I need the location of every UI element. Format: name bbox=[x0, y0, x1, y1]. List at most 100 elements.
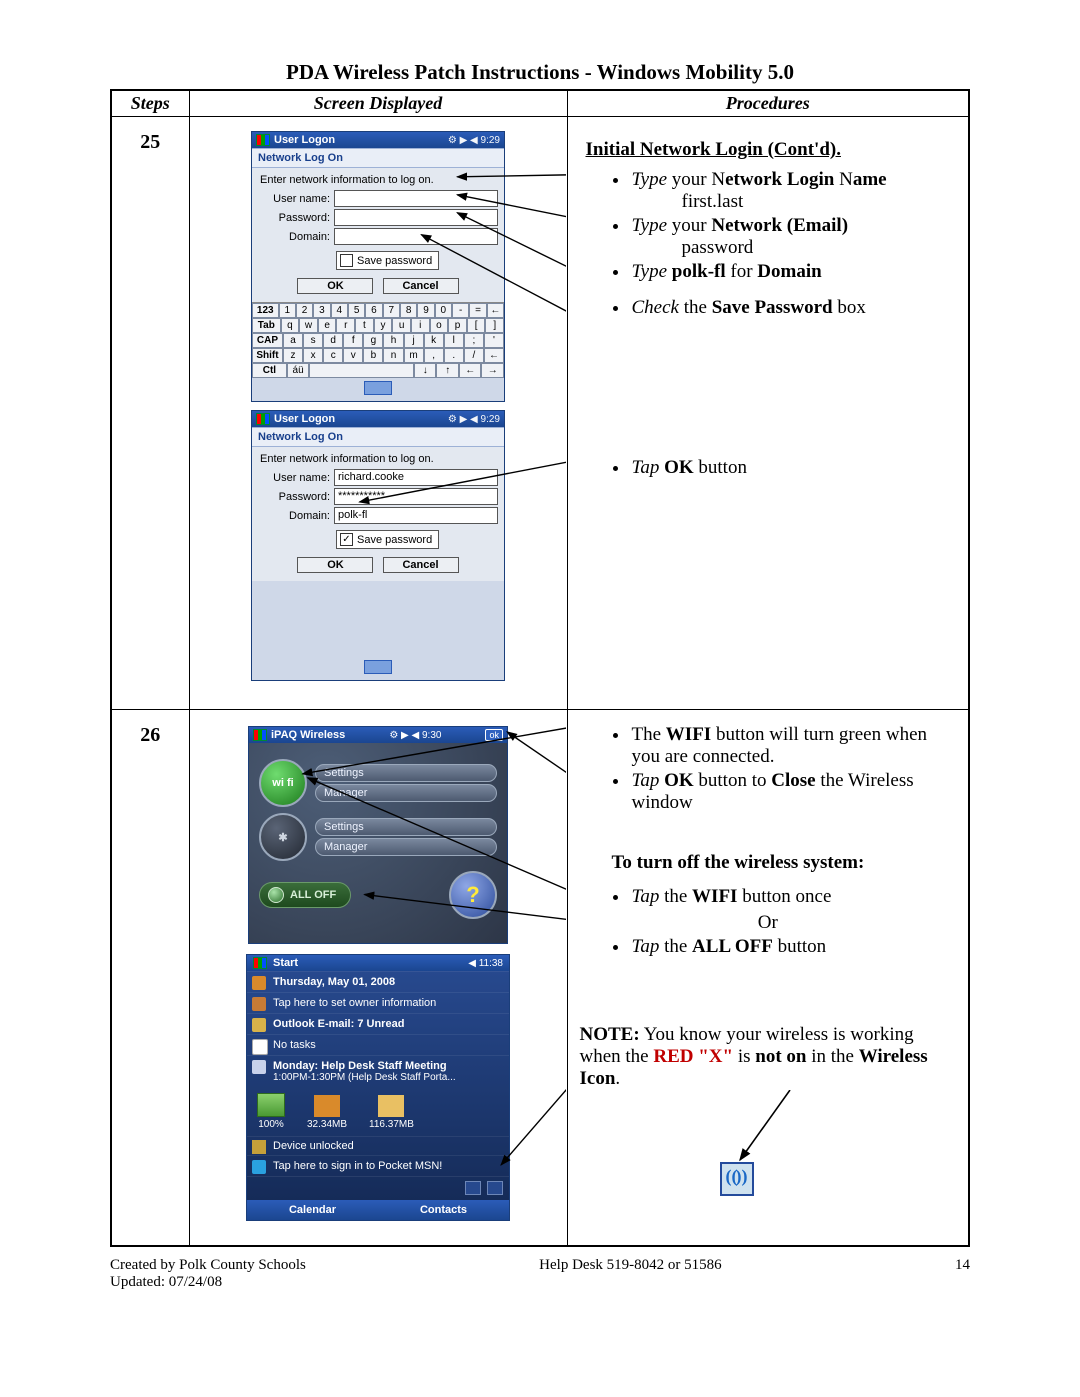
ram-status[interactable]: 32.34MB bbox=[307, 1095, 347, 1130]
outlook-mail-item[interactable]: Outlook E-mail: 7 Unread bbox=[247, 1013, 509, 1034]
wifi-manager-button[interactable]: Manager bbox=[315, 784, 497, 802]
key[interactable]: / bbox=[464, 348, 484, 363]
status-area: ⚙ ▶ ◀ 9:30 bbox=[389, 730, 441, 741]
password-input[interactable]: *********** bbox=[334, 488, 498, 505]
help-button[interactable]: ? bbox=[449, 871, 497, 919]
key[interactable]: 9 bbox=[417, 303, 434, 318]
key[interactable]: k bbox=[424, 333, 444, 348]
key[interactable]: 1 bbox=[279, 303, 296, 318]
key[interactable]: ← bbox=[484, 348, 504, 363]
battery-status[interactable]: 100% bbox=[257, 1093, 285, 1130]
key[interactable]: Tab bbox=[252, 318, 281, 333]
ok-button[interactable]: OK bbox=[297, 557, 373, 573]
key[interactable]: ; bbox=[464, 333, 484, 348]
sip-toggle[interactable] bbox=[252, 378, 504, 401]
key[interactable]: t bbox=[355, 318, 374, 333]
key[interactable]: h bbox=[383, 333, 403, 348]
key[interactable]: CAP bbox=[252, 333, 283, 348]
appointment-item[interactable]: Monday: Help Desk Staff Meeting 1:00PM-1… bbox=[247, 1055, 509, 1087]
cancel-button[interactable]: Cancel bbox=[383, 557, 459, 573]
key[interactable]: d bbox=[323, 333, 343, 348]
key[interactable]: b bbox=[363, 348, 383, 363]
start-flag-icon[interactable] bbox=[253, 957, 267, 969]
key[interactable]: ' bbox=[484, 333, 504, 348]
tray-icon[interactable] bbox=[465, 1181, 481, 1195]
key[interactable]: Ctl bbox=[252, 363, 287, 378]
key[interactable]: 3 bbox=[313, 303, 330, 318]
key[interactable]: 2 bbox=[296, 303, 313, 318]
tasks-item[interactable]: No tasks bbox=[247, 1034, 509, 1055]
key[interactable]: [ bbox=[467, 318, 486, 333]
username-input[interactable]: richard.cooke bbox=[334, 469, 498, 486]
key[interactable]: u bbox=[392, 318, 411, 333]
key[interactable]: 5 bbox=[348, 303, 365, 318]
bt-settings-button[interactable]: Settings bbox=[315, 818, 497, 836]
start-label[interactable]: Start bbox=[273, 957, 298, 969]
key[interactable]: q bbox=[281, 318, 300, 333]
key[interactable]: 8 bbox=[400, 303, 417, 318]
key[interactable]: w bbox=[299, 318, 318, 333]
onscreen-keyboard[interactable]: 1231234567890-=← Tabqwertyuiop[] CAPasdf… bbox=[252, 302, 504, 378]
key[interactable]: n bbox=[383, 348, 403, 363]
subheading: To turn off the wireless system: bbox=[612, 852, 957, 874]
key[interactable]: p bbox=[448, 318, 467, 333]
device-lock-status[interactable]: Device unlocked bbox=[247, 1136, 509, 1155]
key[interactable]: j bbox=[404, 333, 424, 348]
key[interactable]: . bbox=[444, 348, 464, 363]
key[interactable]: 4 bbox=[331, 303, 348, 318]
key[interactable]: 7 bbox=[383, 303, 400, 318]
key[interactable]: Shift bbox=[252, 348, 283, 363]
domain-input[interactable]: polk-fl bbox=[334, 507, 498, 524]
key[interactable]: y bbox=[374, 318, 393, 333]
domain-input[interactable] bbox=[334, 228, 498, 245]
key[interactable]: l bbox=[444, 333, 464, 348]
key[interactable]: c bbox=[323, 348, 343, 363]
key[interactable]: v bbox=[343, 348, 363, 363]
key[interactable]: m bbox=[404, 348, 424, 363]
sip-toggle[interactable] bbox=[252, 657, 504, 680]
owner-info-link[interactable]: Tap here to set owner information bbox=[247, 992, 509, 1013]
key[interactable]: = bbox=[469, 303, 486, 318]
key[interactable]: ↓ bbox=[414, 363, 437, 378]
key[interactable] bbox=[309, 363, 414, 378]
key[interactable]: 6 bbox=[365, 303, 382, 318]
key[interactable]: e bbox=[318, 318, 337, 333]
key[interactable]: i bbox=[411, 318, 430, 333]
ok-button[interactable]: ok bbox=[485, 729, 503, 741]
username-input[interactable] bbox=[334, 190, 498, 207]
all-off-button[interactable]: ALL OFF bbox=[259, 882, 351, 908]
key[interactable]: x bbox=[303, 348, 323, 363]
save-password-checkbox[interactable]: Save password bbox=[336, 251, 439, 270]
wifi-button[interactable]: wi fi bbox=[259, 759, 307, 807]
cancel-button[interactable]: Cancel bbox=[383, 278, 459, 294]
key[interactable]: z bbox=[283, 348, 303, 363]
key[interactable]: ← bbox=[459, 363, 482, 378]
save-password-checkbox[interactable]: ✓ Save password bbox=[336, 530, 439, 549]
key[interactable]: ] bbox=[485, 318, 504, 333]
softkey-calendar[interactable]: Calendar bbox=[247, 1200, 378, 1220]
key[interactable]: r bbox=[336, 318, 355, 333]
key[interactable]: 123 bbox=[252, 303, 279, 318]
key[interactable]: 0 bbox=[435, 303, 452, 318]
storage-status[interactable]: 116.37MB bbox=[369, 1095, 414, 1130]
key[interactable]: ← bbox=[487, 303, 504, 318]
key[interactable]: ↑ bbox=[436, 363, 459, 378]
key[interactable]: g bbox=[363, 333, 383, 348]
key[interactable]: f bbox=[343, 333, 363, 348]
wireless-tray-icon[interactable] bbox=[487, 1181, 503, 1195]
key[interactable]: s bbox=[303, 333, 323, 348]
key[interactable]: , bbox=[424, 348, 444, 363]
softkey-contacts[interactable]: Contacts bbox=[378, 1200, 509, 1220]
ok-button[interactable]: OK bbox=[297, 278, 373, 294]
key[interactable]: áü bbox=[287, 363, 310, 378]
col-proc: Procedures bbox=[567, 90, 969, 117]
key[interactable]: → bbox=[481, 363, 504, 378]
bt-manager-button[interactable]: Manager bbox=[315, 838, 497, 856]
wifi-settings-button[interactable]: Settings bbox=[315, 764, 497, 782]
key[interactable]: o bbox=[430, 318, 449, 333]
msn-signin-link[interactable]: Tap here to sign in to Pocket MSN! bbox=[247, 1155, 509, 1176]
key[interactable]: - bbox=[452, 303, 469, 318]
bluetooth-button[interactable]: ✱ bbox=[259, 813, 307, 861]
password-input[interactable] bbox=[334, 209, 498, 226]
key[interactable]: a bbox=[283, 333, 303, 348]
